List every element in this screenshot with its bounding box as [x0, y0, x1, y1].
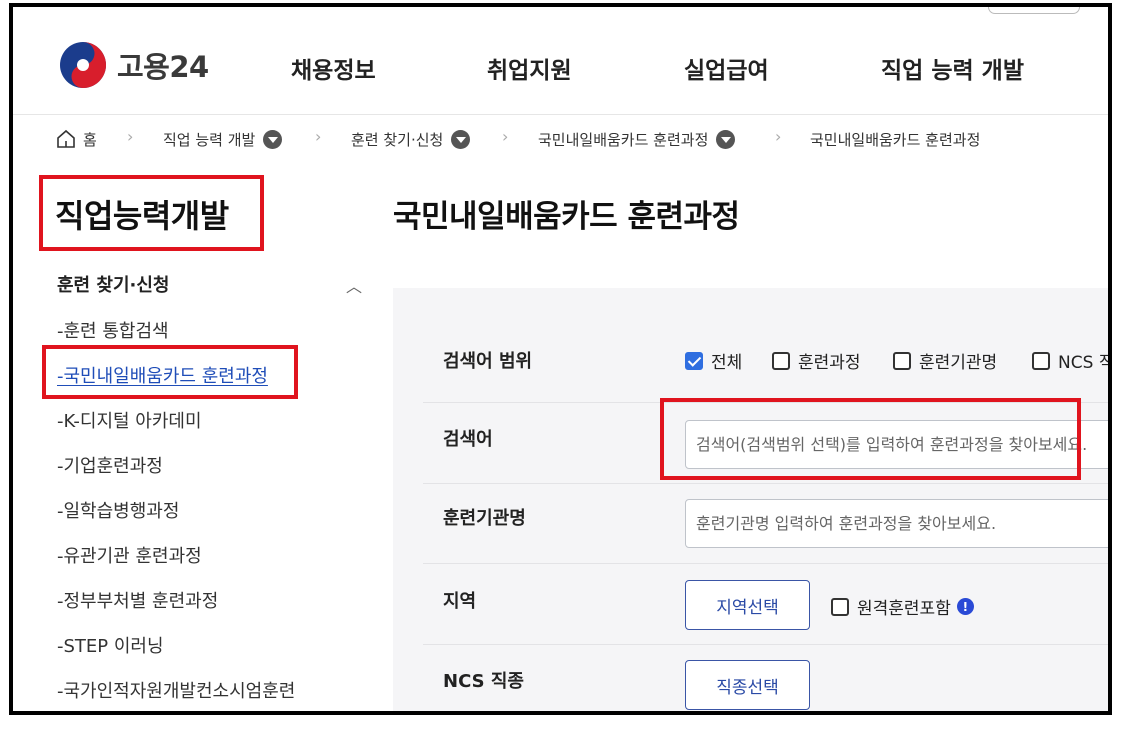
taegeuk-logo-icon: [60, 42, 106, 88]
breadcrumb-separator-icon: ›: [775, 127, 782, 146]
sidebar-category[interactable]: 훈련 찾기·신청: [57, 271, 169, 297]
row-divider: [423, 644, 1108, 645]
dropdown-circle-icon[interactable]: [716, 129, 736, 149]
checkbox-label: 전체: [711, 353, 743, 373]
checkbox-icon: [831, 597, 849, 616]
sidebar-item-step-elearning[interactable]: -STEP 이러닝: [57, 632, 164, 658]
row-divider: [423, 563, 1108, 564]
sidebar-item-integrated-search[interactable]: -훈련 통합검색: [57, 317, 169, 343]
ncs-select-button[interactable]: 직종선택: [685, 660, 810, 710]
sidebar-item-work-study[interactable]: -일학습병행과정: [57, 497, 179, 523]
breadcrumb-item-label: 직업 능력 개발: [163, 130, 256, 149]
breadcrumb-separator-icon: ›: [315, 127, 322, 146]
institution-label: 훈련기관명: [443, 508, 526, 529]
breadcrumb-home-label: 홈: [83, 130, 97, 149]
sidebar-item-consortium[interactable]: -국가인적자원개발컨소시엄훈련: [57, 677, 295, 703]
nav-vocational-training[interactable]: 직업 능력 개발: [881, 51, 1024, 85]
sidebar-item-government-ministries[interactable]: -정부부처별 훈련과정: [57, 587, 218, 613]
site-header: 고용24 채용정보 취업지원 실업급여 직업 능력 개발: [13, 7, 1108, 115]
site-logo[interactable]: 고용24: [59, 41, 209, 89]
scope-checkbox-institution[interactable]: 훈련기관명: [893, 348, 997, 373]
region-select-button[interactable]: 지역선택: [685, 580, 810, 630]
breadcrumb-item-2[interactable]: 훈련 찾기·신청: [351, 125, 471, 153]
remote-training-checkbox[interactable]: 원격훈련포함 !: [831, 594, 974, 619]
highlight-box-sidebar-title: [39, 175, 264, 251]
sidebar-item-related-institutions[interactable]: -유관기관 훈련과정: [57, 542, 202, 568]
checkbox-label: 훈련기관명: [919, 353, 998, 373]
checkbox-icon: [772, 351, 790, 370]
checkbox-label: 훈련과정: [798, 353, 861, 373]
chevron-up-icon[interactable]: ︿: [346, 273, 362, 297]
highlight-box-keyword-input: [660, 398, 1081, 480]
checkbox-label: 원격훈련포함: [857, 599, 951, 619]
dropdown-circle-icon[interactable]: [263, 129, 283, 149]
search-scope-label: 검색어 범위: [443, 351, 533, 372]
institution-input[interactable]: [685, 499, 1108, 548]
checkbox-label: NCS 직: [1058, 353, 1108, 373]
breadcrumb-item-1[interactable]: 직업 능력 개발: [163, 125, 283, 153]
dropdown-circle-icon[interactable]: [451, 129, 471, 149]
breadcrumb-item-label: 국민내일배움카드 훈련과정: [538, 130, 709, 149]
breadcrumb-item-label: 국민내일배움카드 훈련과정: [810, 130, 981, 149]
scope-checkbox-all[interactable]: 전체: [685, 348, 742, 373]
checkbox-checked-icon: [685, 351, 703, 370]
brand-name: 고용24: [117, 50, 209, 84]
breadcrumb-item-4[interactable]: 국민내일배움카드 훈련과정: [810, 125, 980, 153]
nav-job-info[interactable]: 채용정보: [291, 51, 376, 85]
keyword-label: 검색어: [443, 429, 493, 450]
nav-employment-support[interactable]: 취업지원: [487, 51, 572, 85]
highlight-box-sidebar-item: [42, 345, 298, 399]
sidebar-item-corporate-training[interactable]: -기업훈련과정: [57, 452, 163, 478]
ncs-label: NCS 직종: [443, 671, 524, 692]
scope-checkbox-course[interactable]: 훈련과정: [772, 348, 861, 373]
checkbox-icon: [1032, 351, 1050, 370]
nav-unemployment-benefit[interactable]: 실업급여: [684, 51, 769, 85]
page-title: 국민내일배움카드 훈련과정: [393, 199, 740, 235]
breadcrumb-item-3[interactable]: 국민내일배움카드 훈련과정: [538, 125, 736, 153]
screenshot-viewport: 고용24 채용정보 취업지원 실업급여 직업 능력 개발 홈 › 직업 능력 개…: [13, 7, 1108, 711]
row-divider: [423, 483, 1108, 484]
breadcrumb-home[interactable]: 홈: [56, 125, 97, 153]
home-icon: [57, 129, 75, 148]
breadcrumb-separator-icon: ›: [127, 127, 134, 146]
region-label: 지역: [443, 591, 477, 612]
breadcrumb-separator-icon: ›: [502, 127, 509, 146]
breadcrumb-item-label: 훈련 찾기·신청: [351, 130, 444, 149]
info-icon[interactable]: !: [956, 598, 974, 615]
sidebar-item-k-digital[interactable]: -K-디지털 아카데미: [57, 407, 202, 433]
scope-checkbox-ncs[interactable]: NCS 직: [1032, 348, 1108, 373]
checkbox-icon: [893, 351, 911, 370]
